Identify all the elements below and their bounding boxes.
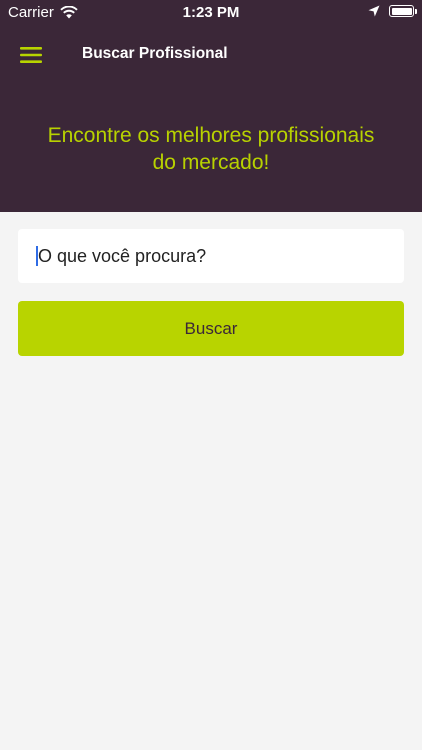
search-button[interactable]: Buscar bbox=[18, 301, 404, 356]
status-time: 1:23 PM bbox=[182, 4, 240, 21]
status-bar: Carrier 1:23 PM bbox=[0, 0, 422, 24]
hero-headline-line1: Encontre os melhores profissionais bbox=[47, 124, 375, 147]
search-button-label: Buscar bbox=[184, 318, 238, 338]
battery-nub bbox=[415, 9, 417, 14]
hamburger-menu-icon bbox=[20, 47, 42, 63]
header-area: Carrier 1:23 PM Buscar Profissional Enco… bbox=[0, 0, 422, 212]
search-field[interactable] bbox=[18, 229, 404, 283]
location-arrow-icon bbox=[368, 5, 380, 17]
status-right-group bbox=[368, 5, 417, 17]
page-title: Buscar Profissional bbox=[82, 45, 228, 62]
hero-headline: Encontre os melhores profissionais do me… bbox=[0, 122, 422, 176]
hero-headline-line2: do mercado! bbox=[152, 151, 270, 174]
navigation-bar: Buscar Profissional bbox=[0, 24, 422, 88]
app-screen: Carrier 1:23 PM Buscar Profissional Enco… bbox=[0, 0, 422, 750]
search-input[interactable] bbox=[38, 245, 368, 267]
battery-icon bbox=[389, 5, 417, 17]
menu-button[interactable] bbox=[14, 40, 48, 70]
battery-level bbox=[391, 7, 412, 15]
